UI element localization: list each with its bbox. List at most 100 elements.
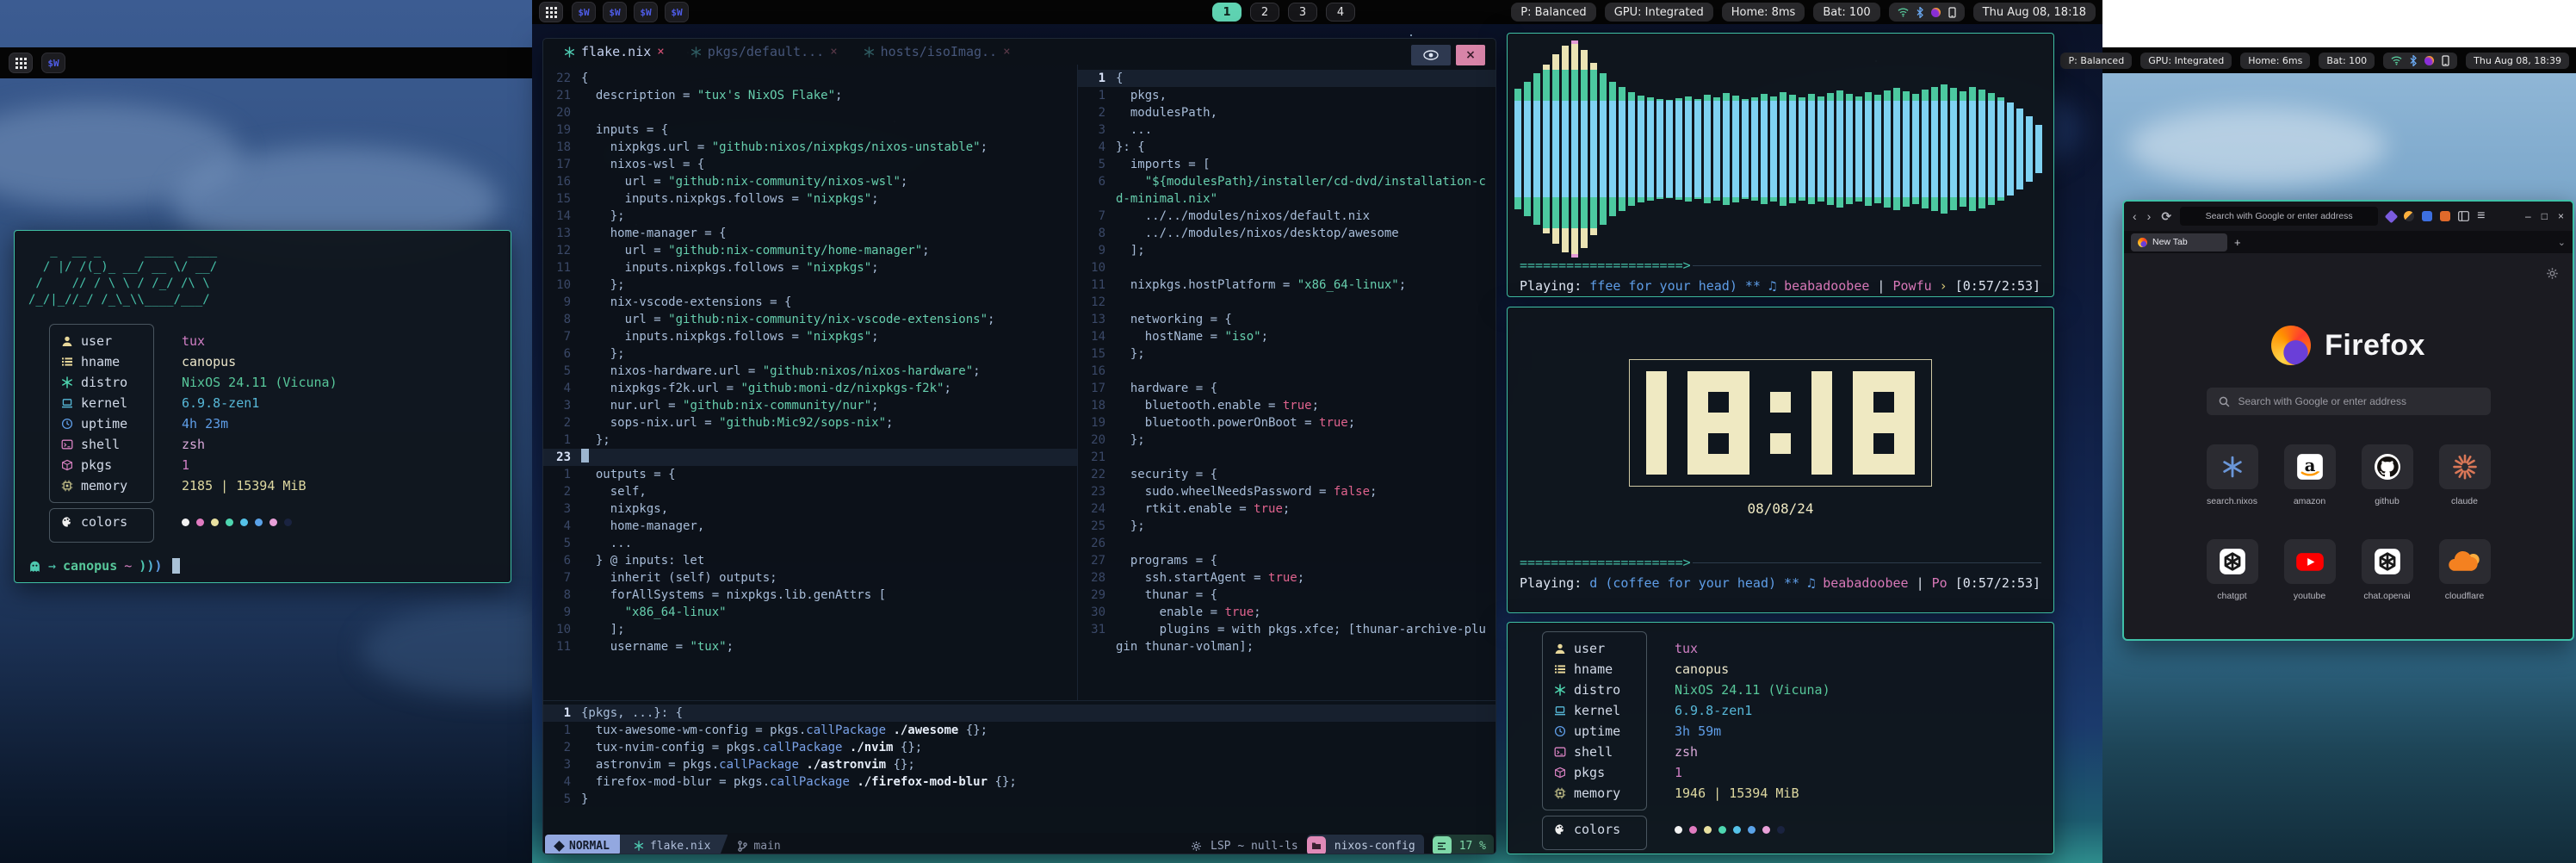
code-line: 12 url = "github:nix-community/home-mana… [543, 242, 1077, 259]
code-line: 27 programs = { [1078, 552, 1496, 569]
fetch-label: user [81, 333, 112, 349]
url-bar[interactable]: Search with Google or enter address [2180, 207, 2378, 226]
awesome-menu-button[interactable] [539, 2, 563, 22]
terminal-window-fetch2[interactable]: user tux hname canopus distro NixOS 24.1… [1507, 622, 2054, 854]
code-line: 22{ [543, 70, 1077, 87]
code-line: 3 ... [1078, 121, 1496, 139]
cava-bar [1912, 94, 1919, 204]
maximize-button[interactable]: □ [2542, 210, 2548, 222]
line-number: 28 [1078, 569, 1116, 587]
extension-icon[interactable] [2404, 211, 2414, 221]
folder-icon [1307, 836, 1326, 854]
clock-digit [1811, 371, 1832, 475]
now-playing-token: ffee for your head) ** [1589, 278, 1768, 294]
status-chip[interactable]: Bat: 100 [2319, 53, 2375, 69]
reload-button[interactable]: ⟳ [2161, 209, 2171, 224]
terminal-window-cava[interactable]: =====================> Playing: ffee for… [1507, 33, 2054, 297]
bluetooth-icon[interactable] [2410, 55, 2417, 66]
window-close-button[interactable]: × [1456, 45, 1485, 65]
tab-new-tab[interactable]: New Tab [2131, 233, 2227, 251]
forward-button[interactable]: › [2147, 209, 2152, 224]
tag-button[interactable]: $W [665, 2, 689, 22]
shortcut-github[interactable]: github [2360, 444, 2415, 506]
close-icon[interactable]: × [830, 45, 837, 59]
extension-icon[interactable] [2385, 209, 2399, 223]
tag-button[interactable]: $W [634, 2, 658, 22]
awesome-menu-button[interactable] [9, 53, 33, 73]
status-chip[interactable]: P: Balanced [1511, 3, 1595, 22]
sidebar-icon[interactable] [2458, 211, 2469, 221]
shortcut-amazon[interactable]: a amazon [2282, 444, 2338, 506]
firefox-window[interactable]: ‹ › ⟳ Search with Google or enter addres… [2122, 200, 2574, 641]
code-line: 5 imports = [ [1078, 156, 1496, 173]
phone-icon[interactable] [1948, 7, 1956, 18]
terminal-window-clock[interactable]: 08/08/24 =====================> Playing:… [1507, 307, 2054, 613]
workspace-button-1[interactable]: 1 [1212, 3, 1242, 22]
nix-icon [2207, 444, 2258, 489]
clock-chip[interactable]: Thu Aug 08, 18:18 [1973, 3, 2096, 22]
line-number: 2 [543, 414, 581, 432]
tag-button[interactable]: $W [41, 53, 65, 73]
memory-icon [61, 480, 73, 492]
extension-icon[interactable] [2422, 211, 2432, 221]
code-line: 16 url = "github:nix-community/nixos-wsl… [543, 173, 1077, 190]
cava-bar [1903, 91, 1910, 207]
tab-list-chevron[interactable]: ⌄ [2558, 237, 2566, 248]
status-chip[interactable]: GPU: Integrated [2140, 53, 2232, 69]
buffer-tab[interactable]: flake.nix × [554, 39, 675, 65]
status-chip[interactable]: GPU: Integrated [1605, 3, 1713, 22]
editor-pane-flake[interactable]: 22{21 description = "tux's NixOS Flake";… [543, 65, 1077, 700]
status-chip[interactable]: Home: 8ms [1722, 3, 1805, 22]
shortcut-chatgpt[interactable]: chatgpt [2205, 539, 2260, 601]
buffer-tab-label: pkgs/default... [708, 44, 824, 59]
status-chip[interactable]: Bat: 100 [1813, 3, 1879, 22]
tag-button[interactable]: $W [572, 2, 596, 22]
fetch-label: memory [81, 478, 127, 494]
bluetooth-icon[interactable] [1917, 7, 1923, 18]
close-icon[interactable]: × [657, 45, 664, 59]
fetch-label: pkgs [81, 457, 112, 473]
shortcut-youtube[interactable]: youtube [2282, 539, 2338, 601]
status-chip[interactable]: Home: 6ms [2240, 53, 2310, 69]
neovim-window[interactable]: flake.nix × pkgs/default... × hosts/isoI… [542, 38, 1496, 854]
extension-icon[interactable] [2440, 211, 2450, 221]
workspace-button-2[interactable]: 2 [1250, 3, 1279, 22]
temperature-icon[interactable] [2424, 56, 2434, 65]
cava-bar [1514, 89, 1521, 209]
status-chip[interactable]: P: Balanced [2060, 53, 2132, 69]
tag-button[interactable]: $W [603, 2, 627, 22]
menu-button[interactable]: ≡ [2477, 208, 2485, 224]
packages-icon [61, 459, 73, 471]
shortcut-cloudflare[interactable]: cloudflare [2437, 539, 2492, 601]
new-tab-button[interactable]: + [2234, 236, 2241, 249]
editor-pane-pkgs[interactable]: 1{pkgs, ...}: {1 tux-awesome-wm-config =… [543, 700, 1496, 833]
phone-icon[interactable] [2442, 55, 2449, 66]
wifi-icon[interactable] [2391, 55, 2402, 65]
personalize-gear-button[interactable] [2546, 267, 2559, 284]
line-number: 4 [543, 773, 581, 791]
shortcut-chat.openai[interactable]: chat.openai [2360, 539, 2415, 601]
minimize-button[interactable]: – [2525, 210, 2531, 222]
window-toggle-button[interactable] [1411, 45, 1451, 65]
back-button[interactable]: ‹ [2133, 209, 2137, 224]
buffer-tab[interactable]: hosts/isoImag.. × [853, 39, 1021, 65]
editor-pane-iso[interactable]: 1{1 pkgs,2 modulesPath,3 ...4}: {5 impor… [1077, 65, 1496, 700]
code-line: 4 home-manager, [543, 518, 1077, 535]
close-button[interactable]: × [2558, 210, 2564, 222]
line-number: 18 [543, 139, 581, 156]
fetch-value: canopus [182, 354, 236, 369]
line-number: 30 [1078, 604, 1116, 621]
shell-prompt[interactable]: → canopus ~ ))) [28, 558, 511, 574]
buffer-tab[interactable]: pkgs/default... × [680, 39, 848, 65]
temperature-icon[interactable] [1931, 8, 1941, 17]
code-line: 30 enable = true; [1078, 604, 1496, 621]
workspace-button-3[interactable]: 3 [1288, 3, 1317, 22]
wifi-icon[interactable] [1898, 7, 1909, 17]
shortcut-search.nixos[interactable]: search.nixos [2205, 444, 2260, 506]
workspace-button-4[interactable]: 4 [1326, 3, 1355, 22]
search-input[interactable]: Search with Google or enter address [2207, 388, 2491, 415]
close-icon[interactable]: × [1003, 45, 1010, 59]
shortcut-claude[interactable]: claude [2437, 444, 2492, 506]
clock-chip[interactable]: Thu Aug 08, 18:39 [2466, 53, 2569, 69]
terminal-window-fetch[interactable]: _ __ _ ____ ____ / |/ /(_)_ __/ __ \/ __… [14, 230, 511, 583]
